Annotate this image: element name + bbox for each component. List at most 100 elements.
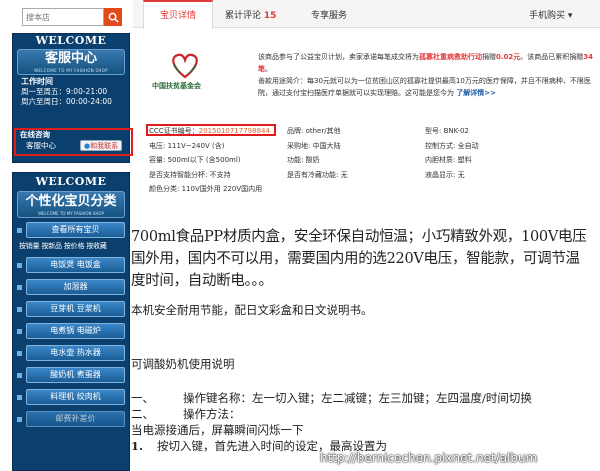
category-item[interactable]: 电水壶 热水器: [17, 345, 125, 361]
category-label: 邮费补差价: [26, 411, 125, 427]
category-item[interactable]: 豆芽机 豆浆机: [17, 301, 125, 317]
attr-item: 是否支持智能分杯: 不支持: [149, 171, 231, 179]
category-item[interactable]: 料理机 绞肉机: [17, 389, 125, 405]
service-title: 客服中心: [44, 51, 97, 66]
category-label: 电饭煲 电饭盒: [26, 257, 125, 273]
search-input[interactable]: [22, 8, 104, 26]
desc-para-2: 本机安全耐用节能，配日文彩盒和日文说明书。: [131, 303, 373, 317]
work-hours: 工作时间 周一至周五：9:00-21:00 周六至周日：00:00-24:00: [13, 77, 129, 107]
charity-amount: 0.02元: [496, 53, 521, 61]
ccc-value: 2015010717798844: [198, 127, 270, 135]
charity-logo: 中国扶贫基金会: [150, 47, 220, 92]
ccc-label: CCC证书编号：: [149, 127, 199, 135]
charity-box: 中国扶贫基金会 该商品参与了公益宝贝计划，卖家承诺每笔成交将为孤寡社重病救助行动…: [140, 37, 598, 117]
bullet-icon: [17, 394, 22, 400]
online-consult: 在线咨询 客服中心 ●和我联系: [14, 128, 133, 156]
bullet-icon: [17, 328, 22, 334]
tab-reviews-label: 累计评论: [225, 11, 262, 21]
desc-line-3: 当电源接通后，屏幕瞬间闪烁一下: [131, 423, 304, 437]
logo-text: 中国扶贫基金会: [152, 82, 201, 90]
detail-tabs: 宝贝详情 累计评论 15 专享服务 手机购买 ▾: [133, 0, 600, 29]
welcome-heading: WELCOME: [35, 34, 107, 47]
online-title: 在线咨询: [20, 130, 50, 139]
bullet-icon: [17, 227, 22, 233]
category-label: 料理机 绞肉机: [26, 389, 125, 405]
shop-search: [22, 8, 122, 26]
attr-item: 内胆材质: 塑料: [425, 156, 472, 164]
category-panel: WELCOME 个性化宝贝分类 WELCOME TO MY FASHION SH…: [12, 172, 130, 471]
sort-by-price[interactable]: 按价格: [64, 242, 85, 250]
hours-title: 工作时间: [21, 77, 53, 86]
attr-item: 品牌: other/其他: [287, 127, 341, 135]
item2-text: 操作方法：: [183, 407, 241, 421]
charity-total-label: 。该商品已累积捐赠: [520, 53, 584, 61]
search-button[interactable]: [104, 8, 122, 26]
product-description: 700ml食品PP材质内盒，安全环保自动恒温；小巧精致外观，100V电压国外用，…: [131, 226, 591, 454]
review-count: 15: [263, 11, 277, 21]
attr-item: 是否有冷藏功能: 无: [287, 171, 348, 179]
item1-text: 操作键名称：左一切入键；左二减键；左三加键；左四温度/时间切换: [183, 391, 532, 405]
attr-item: 液晶显示: 无: [425, 171, 465, 179]
bullet-icon: [17, 284, 22, 290]
category-item[interactable]: 电煮锅 电磁炉: [17, 323, 125, 339]
bullet-icon: [17, 306, 22, 312]
service-subtitle: WELCOME TO MY FASHION SHOP: [34, 68, 108, 73]
category-label: 加湿器: [26, 279, 125, 295]
line4-no: 1.: [131, 439, 144, 453]
desc-item-1: 一、 操作键名称：左一切入键；左二减键；左三加键；左四温度/时间切换: [131, 390, 591, 406]
category-item[interactable]: 加湿器: [17, 279, 125, 295]
tab-reviews[interactable]: 累计评论 15: [225, 0, 276, 28]
attr-item: 采购地: 中国大陆: [287, 142, 341, 150]
bullet-icon: [17, 416, 22, 422]
attr-item: 容量: 500ml以下 (含500ml): [149, 156, 241, 164]
sort-options: 按销量 按新品 按价格 按收藏: [13, 241, 129, 251]
category-label: 电煮锅 电磁炉: [26, 323, 125, 339]
attr-item: 电压: 111V~240V (含): [149, 142, 225, 150]
category-label: 豆芽机 豆浆机: [26, 301, 125, 317]
charity-usage: 善款用途简介：每30元就可以为一位贫困山区的孤寡社提供最高10万元的医疗保障，并…: [258, 77, 591, 97]
charity-donate: 捐赠: [482, 53, 496, 61]
category-all[interactable]: 查看所有宝贝: [17, 222, 125, 238]
desc-item-2: 二、 操作方法：: [131, 406, 591, 422]
hours-weekend: 周六至周日：00:00-24:00: [21, 97, 112, 106]
contact-me-label: 和我联系: [90, 142, 119, 150]
category-all-label: 查看所有宝贝: [26, 222, 125, 238]
hours-weekday: 周一至周五：9:00-21:00: [21, 87, 108, 96]
left-sidebar: WELCOME 客服中心 WELCOME TO MY FASHION SHOP …: [0, 0, 133, 471]
desc-para-1: 700ml食品PP材质内盒，安全环保自动恒温；小巧精致外观，100V电压国外用，…: [131, 229, 587, 289]
sort-by-favorites[interactable]: 按收藏: [86, 242, 107, 250]
category-item[interactable]: 酸奶机 煮蛋器: [17, 367, 125, 383]
charity-end: 。: [265, 65, 272, 73]
category-label: 酸奶机 煮蛋器: [26, 367, 125, 383]
welcome-heading-2: WELCOME: [35, 175, 107, 188]
sort-by-new[interactable]: 按新品: [41, 242, 62, 250]
tab-details[interactable]: 宝贝详情: [143, 0, 213, 29]
charity-more-link[interactable]: 了解详情>>: [456, 89, 496, 97]
contact-me-button[interactable]: ●和我联系: [80, 140, 123, 151]
bullet-icon: [17, 372, 22, 378]
attr-item: 功能: 酸奶: [287, 156, 320, 164]
category-banner: 个性化宝贝分类 WELCOME TO MY FASHION SHOP: [17, 191, 125, 218]
charity-line1: 该商品参与了公益宝贝计划，卖家承诺每笔成交将为: [258, 53, 419, 61]
service-banner: 客服中心 WELCOME TO MY FASHION SHOP: [17, 49, 125, 75]
category-item[interactable]: 邮费补差价: [17, 411, 125, 427]
attr-item: 型号: BNK-02: [425, 127, 469, 135]
tab-services[interactable]: 专享服务: [311, 0, 347, 28]
category-label: 电水壶 热水器: [26, 345, 125, 361]
watermark: http://bernicechen.pixnet.net/album: [320, 451, 538, 465]
search-icon: [108, 12, 119, 23]
attr-ccc: CCC证书编号：2015010717798844: [149, 126, 270, 136]
sort-by-sales[interactable]: 按销量: [19, 242, 40, 250]
category-subtitle: WELCOME TO MY FASHION SHOP: [38, 211, 104, 216]
item1-no: 一、: [131, 391, 154, 405]
category-item[interactable]: 电饭煲 电饭盒: [17, 257, 125, 273]
item2-no: 二、: [131, 407, 154, 421]
charity-project: 孤寡社重病救助行动: [419, 53, 482, 61]
attr-item: 控制方式: 全自动: [425, 142, 479, 150]
online-label: 客服中心: [26, 141, 56, 150]
attr-item: 颜色分类: 110V国外用 220V国内用: [149, 185, 263, 193]
charity-text: 该商品参与了公益宝贝计划，卖家承诺每笔成交将为孤寡社重病救助行动捐赠0.02元。…: [258, 51, 598, 99]
bullet-icon: [17, 350, 22, 356]
tab-mobile-buy[interactable]: 手机购买 ▾: [529, 0, 572, 28]
category-title: 个性化宝贝分类: [25, 194, 117, 209]
